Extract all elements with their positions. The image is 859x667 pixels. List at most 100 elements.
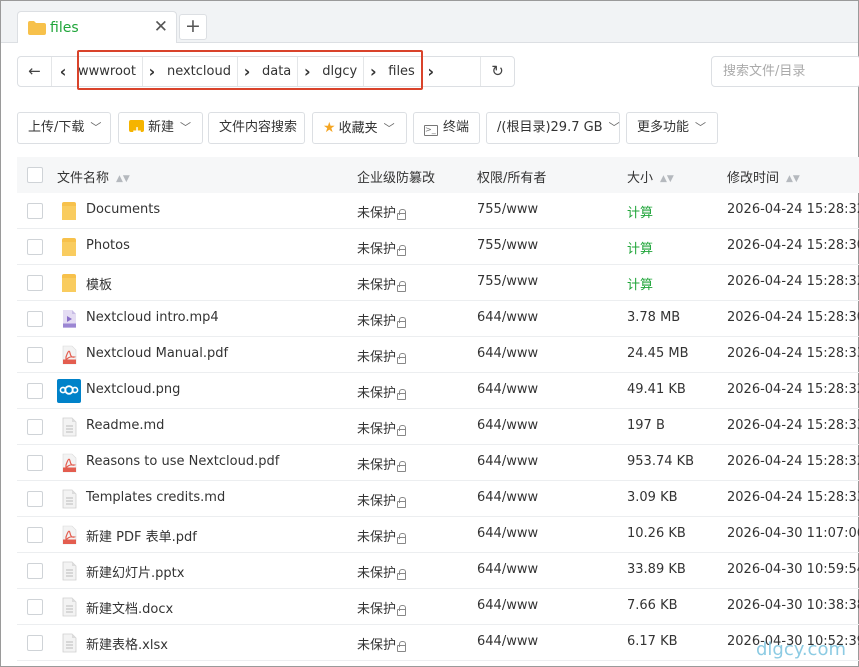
- table-row[interactable]: Templates credits.md 未保护 644/www 3.09 KB 202…: [17, 481, 859, 517]
- lock-icon[interactable]: [397, 461, 407, 472]
- upload-download-button[interactable]: 上传/下载 ﹀: [17, 112, 111, 144]
- sort-icon[interactable]: ▲▼: [116, 174, 130, 184]
- breadcrumb-item-data[interactable]: data: [256, 57, 297, 86]
- more-functions-button[interactable]: 更多功能 ﹀: [626, 112, 718, 144]
- row-checkbox[interactable]: [27, 527, 43, 543]
- lock-icon[interactable]: [397, 281, 407, 292]
- add-tab-button[interactable]: +: [179, 14, 207, 40]
- header-name[interactable]: 文件名称 ▲▼: [57, 167, 130, 186]
- chevron-right-icon[interactable]: ›: [364, 62, 382, 81]
- close-icon[interactable]: ✕: [154, 17, 168, 37]
- permission-owner[interactable]: 644/www: [477, 490, 538, 505]
- file-name[interactable]: Documents: [86, 202, 160, 217]
- lock-icon[interactable]: [397, 497, 407, 508]
- select-all-checkbox[interactable]: [27, 167, 43, 183]
- row-checkbox[interactable]: [27, 347, 43, 363]
- header-size[interactable]: 大小 ▲▼: [627, 167, 674, 186]
- row-checkbox[interactable]: [27, 455, 43, 471]
- row-checkbox[interactable]: [27, 311, 43, 327]
- row-checkbox[interactable]: [27, 491, 43, 507]
- chevron-right-icon[interactable]: ›: [298, 62, 316, 81]
- chevron-right-icon[interactable]: ›: [422, 62, 440, 81]
- row-checkbox[interactable]: [27, 599, 43, 615]
- file-name[interactable]: Reasons to use Nextcloud.pdf: [86, 454, 279, 469]
- file-name[interactable]: 新建文档.docx: [86, 598, 173, 617]
- permission-owner[interactable]: 644/www: [477, 454, 538, 469]
- chevron-right-icon[interactable]: ›: [143, 62, 161, 81]
- file-size[interactable]: 计算: [627, 274, 653, 293]
- protection-status-label: 未保护: [357, 638, 397, 653]
- breadcrumb-item-wwwroot[interactable]: wwwroot: [72, 57, 142, 86]
- tab-files[interactable]: files ✕: [17, 11, 177, 43]
- table-row[interactable]: Documents 未保护 755/www 计算 2026-04-24 15:28:32: [17, 193, 859, 229]
- row-checkbox[interactable]: [27, 275, 43, 291]
- lock-icon[interactable]: [397, 569, 407, 580]
- table-row[interactable]: Reasons to use Nextcloud.pdf 未保护 644/www 95…: [17, 445, 859, 481]
- lock-icon[interactable]: [397, 317, 407, 328]
- search-input[interactable]: [711, 56, 859, 87]
- file-name[interactable]: Photos: [86, 238, 130, 253]
- row-checkbox[interactable]: [27, 419, 43, 435]
- row-checkbox[interactable]: [27, 635, 43, 651]
- file-name[interactable]: 模板: [86, 274, 112, 293]
- back-arrow-icon[interactable]: ←: [18, 57, 52, 86]
- breadcrumb-item-dlgcy[interactable]: dlgcy: [316, 57, 363, 86]
- file-name[interactable]: 新建幻灯片.pptx: [86, 562, 184, 581]
- lock-icon[interactable]: [397, 245, 407, 256]
- lock-icon[interactable]: [397, 641, 407, 652]
- file-name[interactable]: Nextcloud Manual.pdf: [86, 346, 228, 361]
- table-row[interactable]: 新建表格.xlsx 未保护 644/www 6.17 KB 2026-04-30 10:…: [17, 625, 859, 661]
- row-checkbox[interactable]: [27, 203, 43, 219]
- chevron-left-icon[interactable]: ‹: [54, 62, 72, 81]
- new-button[interactable]: 新建 ﹀: [118, 112, 203, 146]
- lock-icon[interactable]: [397, 533, 407, 544]
- table-row[interactable]: 新建 PDF 表单.pdf 未保护 644/www 10.26 KB 2026-04-3…: [17, 517, 859, 553]
- terminal-button[interactable]: >_ 终端: [413, 112, 480, 144]
- permission-owner[interactable]: 644/www: [477, 634, 538, 649]
- permission-owner[interactable]: 755/www: [477, 238, 538, 253]
- disk-button[interactable]: /(根目录)29.7 GB ﹀: [486, 112, 620, 144]
- file-size[interactable]: 计算: [627, 202, 653, 221]
- lock-icon[interactable]: [397, 353, 407, 364]
- table-row[interactable]: 新建文档.docx 未保护 644/www 7.66 KB 2026-04-30 10:…: [17, 589, 859, 625]
- sort-icon[interactable]: ▲▼: [786, 174, 800, 184]
- permission-owner[interactable]: 644/www: [477, 418, 538, 433]
- permission-owner[interactable]: 644/www: [477, 310, 538, 325]
- row-checkbox[interactable]: [27, 239, 43, 255]
- permission-owner[interactable]: 644/www: [477, 562, 538, 577]
- breadcrumb-item-nextcloud[interactable]: nextcloud: [161, 57, 237, 86]
- file-name[interactable]: Templates credits.md: [86, 490, 225, 505]
- table-row[interactable]: Readme.md 未保护 644/www 197 B 2026-04-24 15:28…: [17, 409, 859, 445]
- chevron-right-icon[interactable]: ›: [238, 62, 256, 81]
- row-checkbox[interactable]: [27, 563, 43, 579]
- table-row[interactable]: Nextcloud Manual.pdf 未保护 644/www 24.45 MB 20…: [17, 337, 859, 373]
- table-row[interactable]: Nextcloud.png 未保护 644/www 49.41 KB 2026-04-2…: [17, 373, 859, 409]
- breadcrumb-item-files[interactable]: files: [382, 57, 421, 86]
- table-row[interactable]: 模板 未保护 755/www 计算 2026-04-24 15:28:32: [17, 265, 859, 301]
- lock-icon[interactable]: [397, 389, 407, 400]
- permission-owner[interactable]: 644/www: [477, 382, 538, 397]
- file-name[interactable]: Nextcloud.png: [86, 382, 180, 397]
- permission-owner[interactable]: 755/www: [477, 274, 538, 289]
- permission-owner[interactable]: 755/www: [477, 202, 538, 217]
- row-checkbox[interactable]: [27, 383, 43, 399]
- lock-icon[interactable]: [397, 605, 407, 616]
- file-size[interactable]: 计算: [627, 238, 653, 257]
- sort-icon[interactable]: ▲▼: [660, 174, 674, 184]
- file-name[interactable]: Nextcloud intro.mp4: [86, 310, 219, 325]
- file-name[interactable]: Readme.md: [86, 418, 164, 433]
- table-row[interactable]: Photos 未保护 755/www 计算 2026-04-24 15:28:30: [17, 229, 859, 265]
- file-name[interactable]: 新建表格.xlsx: [86, 634, 168, 653]
- permission-owner[interactable]: 644/www: [477, 598, 538, 613]
- header-mtime[interactable]: 修改时间 ▲▼: [727, 167, 800, 186]
- table-row[interactable]: 新建幻灯片.pptx 未保护 644/www 33.89 KB 2026-04-30 1…: [17, 553, 859, 589]
- refresh-icon[interactable]: ↻: [480, 57, 514, 86]
- lock-icon[interactable]: [397, 425, 407, 436]
- content-search-button[interactable]: 文件内容搜索: [208, 112, 305, 144]
- permission-owner[interactable]: 644/www: [477, 346, 538, 361]
- table-row[interactable]: Nextcloud intro.mp4 未保护 644/www 3.78 MB 2026…: [17, 301, 859, 337]
- permission-owner[interactable]: 644/www: [477, 526, 538, 541]
- favorites-button[interactable]: ★ 收藏夹 ﹀: [312, 112, 407, 144]
- lock-icon[interactable]: [397, 209, 407, 220]
- file-name[interactable]: 新建 PDF 表单.pdf: [86, 526, 197, 545]
